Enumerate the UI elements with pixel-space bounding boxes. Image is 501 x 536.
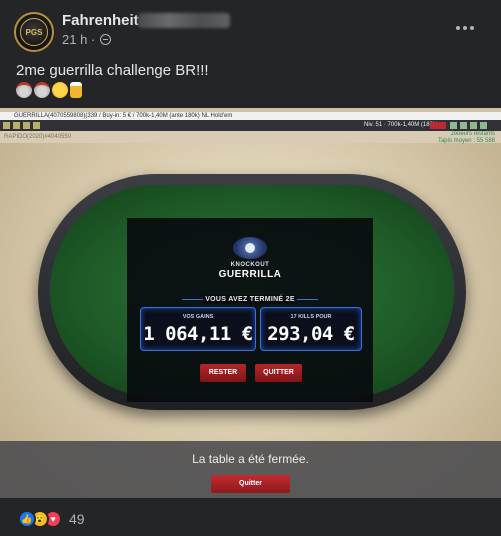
toolbar-icon <box>460 122 467 129</box>
more-dot <box>456 26 460 30</box>
post-time[interactable]: 21 h · <box>62 32 95 47</box>
gains-value: 1 064,11 € <box>143 323 253 345</box>
more-dot <box>470 26 474 30</box>
post-text: 2me guerrilla challenge BR!!! <box>16 62 209 79</box>
knockout-logo-icon <box>233 237 267 259</box>
subbar-right: Joueurs restants Tapis moyen : 55 588 <box>438 131 495 145</box>
medal-icon <box>34 82 50 98</box>
finish-text: VOUS AVEZ TERMINÉ 2E <box>205 296 295 303</box>
gains-box: VOS GAINS 1 064,11 € <box>140 307 256 351</box>
rester-button[interactable]: RESTER <box>200 364 246 382</box>
kills-box: 17 KILLS POUR 293,04 € <box>260 307 362 351</box>
party-face-icon <box>52 82 68 98</box>
knockout-title: KNOCKOUT <box>230 262 270 268</box>
table-closed-message: La table a été fermée. <box>192 452 309 466</box>
toolbar-right-icons <box>450 122 487 129</box>
toolbar-icon <box>450 122 457 129</box>
subbar-left: RAPIDO(2020)#4040550 <box>4 134 72 140</box>
toolbar-icon <box>480 122 487 129</box>
more-options-button[interactable] <box>452 20 478 36</box>
post-emoji-row <box>16 82 82 98</box>
toolbar-icon <box>470 122 477 129</box>
blind-level: Niv. 51 · 700k-1,40M (180k) <box>364 122 438 128</box>
facebook-post: PGS Fahrenheit 21 h · 2me guerrilla chal… <box>0 0 501 536</box>
reactions-summary[interactable]: 👍 😮 ♥ 49 <box>18 510 85 528</box>
toolbar-red-badge <box>430 122 446 129</box>
author-name[interactable]: Fahrenheit <box>62 12 139 29</box>
author-name-redacted <box>138 13 230 28</box>
gains-label: VOS GAINS <box>182 314 214 320</box>
table-subbar: RAPIDO(2020)#4040550 Joueurs restants Ta… <box>0 131 501 145</box>
avatar[interactable]: PGS <box>14 12 54 52</box>
beer-icon <box>70 82 82 98</box>
globe-icon[interactable] <box>100 34 112 45</box>
toolbar-icon <box>13 122 20 129</box>
like-icon: 👍 <box>18 510 36 528</box>
reaction-count: 49 <box>69 511 85 527</box>
kills-label: 17 KILLS POUR <box>290 314 332 320</box>
average-stack: Tapis moyen : 55 588 <box>437 138 495 144</box>
toolbar-icons <box>3 122 40 129</box>
toolbar-icon <box>23 122 30 129</box>
post-meta: 21 h · <box>62 32 112 47</box>
avatar-logo: PGS <box>20 18 48 46</box>
guerrilla-title: GUERRILLA <box>218 269 282 280</box>
more-dot <box>463 26 467 30</box>
window-titlebar: GUERRILLA(4070559808)(339 / Buy-in: 5 € … <box>0 112 501 120</box>
toolbar-icon <box>33 122 40 129</box>
kills-value: 293,04 € <box>267 323 355 345</box>
quitter-button[interactable]: QUITTER <box>255 364 302 382</box>
toolbar-icon <box>3 122 10 129</box>
medal-icon <box>16 82 32 98</box>
players-remaining: Joueurs restants <box>450 131 495 137</box>
table-toolbar: Niv. 51 · 700k-1,40M (180k) <box>0 120 501 131</box>
quit-table-button[interactable]: Quitter <box>211 475 290 493</box>
